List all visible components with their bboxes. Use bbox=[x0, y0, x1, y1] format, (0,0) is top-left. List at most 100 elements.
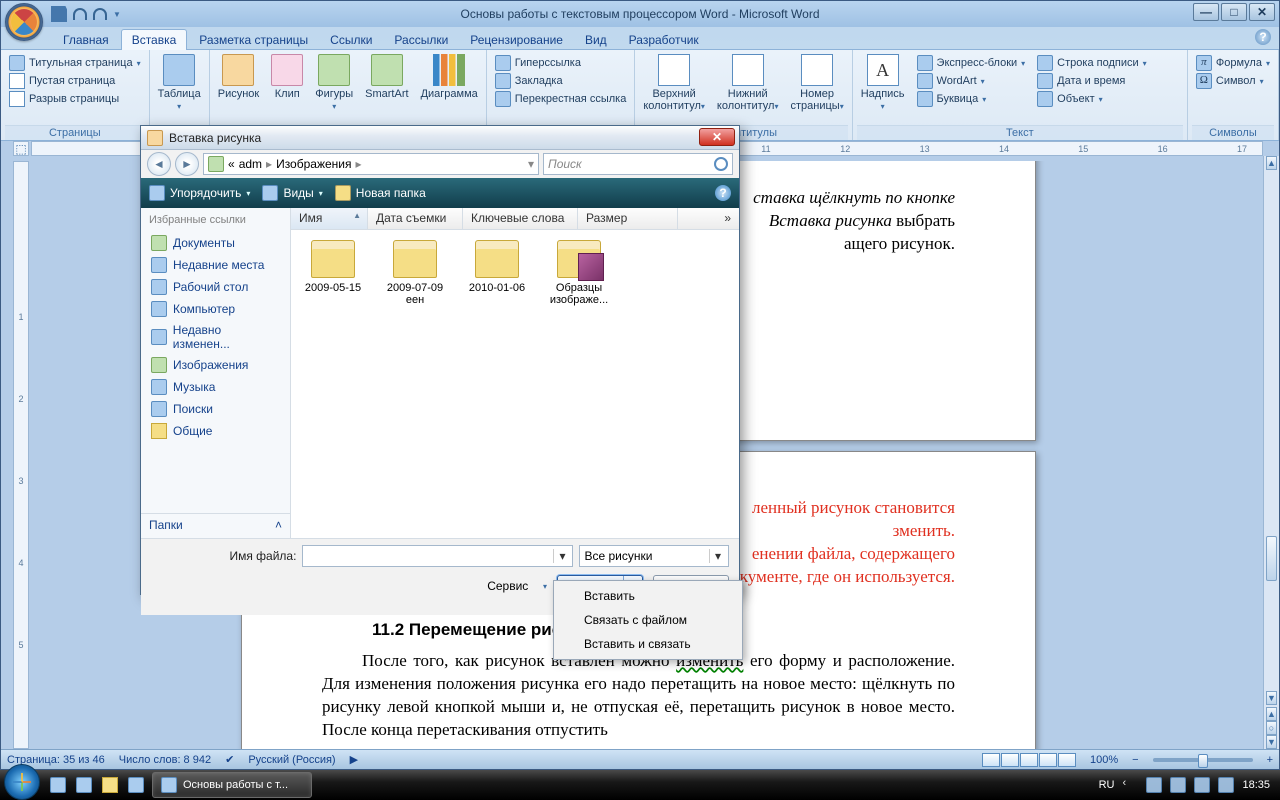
scroll-down-icon[interactable]: ▼ bbox=[1266, 691, 1277, 705]
tray-icon[interactable] bbox=[1170, 777, 1186, 793]
folder-item[interactable]: 2009-07-09 еен bbox=[383, 240, 447, 306]
fav-public[interactable]: Общие bbox=[141, 420, 290, 442]
items-area[interactable]: 2009-05-15 2009-07-09 еен 2010-01-06 Обр… bbox=[291, 230, 739, 316]
tab-page-layout[interactable]: Разметка страницы bbox=[189, 30, 318, 50]
table-button[interactable]: Таблица▾ bbox=[154, 52, 205, 115]
qat-more-icon[interactable]: ▼ bbox=[113, 10, 121, 19]
hyperlink-button[interactable]: Гиперссылка bbox=[493, 54, 583, 72]
maximize-button[interactable]: □ bbox=[1221, 3, 1247, 21]
explorer-icon[interactable] bbox=[98, 773, 122, 797]
zoom-out-icon[interactable]: − bbox=[1132, 754, 1138, 766]
tab-mailings[interactable]: Рассылки bbox=[384, 30, 458, 50]
col-more[interactable]: » bbox=[678, 208, 739, 229]
taskbar-word-button[interactable]: Основы работы с т... bbox=[152, 772, 312, 798]
vertical-scrollbar[interactable]: ▲ ▼ ▲ ○ ▼ bbox=[1263, 156, 1279, 749]
save-icon[interactable] bbox=[51, 6, 67, 22]
chart-button[interactable]: Диаграмма bbox=[417, 52, 482, 102]
cover-page-button[interactable]: Титульная страница ▾ bbox=[7, 54, 143, 72]
textbox-button[interactable]: AНадпись▾ bbox=[857, 52, 909, 115]
blank-page-button[interactable]: Пустая страница bbox=[7, 72, 117, 90]
folder-item[interactable]: 2009-05-15 bbox=[301, 240, 365, 306]
fav-recently-changed[interactable]: Недавно изменен... bbox=[141, 320, 290, 354]
dialog-titlebar[interactable]: Вставка рисунка ✕ bbox=[141, 126, 739, 150]
start-button[interactable] bbox=[4, 764, 40, 800]
organize-button[interactable]: Упорядочить ▾ bbox=[149, 185, 250, 201]
fav-recent[interactable]: Недавние места bbox=[141, 254, 290, 276]
dropcap-button[interactable]: Буквица ▾ bbox=[915, 90, 1028, 108]
crumb[interactable]: « bbox=[228, 157, 235, 171]
fav-searches[interactable]: Поиски bbox=[141, 398, 290, 420]
tray-icon[interactable] bbox=[1146, 777, 1162, 793]
app-icon[interactable] bbox=[124, 773, 148, 797]
chevron-right-icon[interactable]: ▸ bbox=[355, 157, 361, 171]
header-button[interactable]: Верхнийколонтитул▾ bbox=[639, 52, 709, 115]
help-icon[interactable]: ? bbox=[715, 185, 731, 201]
signature-button[interactable]: Строка подписи ▾ bbox=[1035, 54, 1148, 72]
breadcrumb[interactable]: « adm ▸ Изображения ▸ ▾ bbox=[203, 153, 539, 175]
symbol-button[interactable]: ΩСимвол ▾ bbox=[1194, 72, 1266, 90]
tab-review[interactable]: Рецензирование bbox=[460, 30, 573, 50]
fav-computer[interactable]: Компьютер bbox=[141, 298, 290, 320]
back-button[interactable]: ◄ bbox=[147, 152, 171, 176]
print-layout-view[interactable] bbox=[982, 753, 1000, 767]
office-button[interactable] bbox=[5, 3, 43, 41]
macro-icon[interactable]: ▶ bbox=[350, 753, 358, 766]
object-button[interactable]: Объект ▾ bbox=[1035, 90, 1148, 108]
tray-network-icon[interactable] bbox=[1194, 777, 1210, 793]
filter-select[interactable]: Все рисунки bbox=[579, 545, 729, 567]
tab-developer[interactable]: Разработчик bbox=[619, 30, 709, 50]
next-page-icon[interactable]: ▼ bbox=[1266, 735, 1277, 749]
folder-item[interactable]: 2010-01-06 bbox=[465, 240, 529, 306]
zoom-in-icon[interactable]: + bbox=[1267, 754, 1273, 766]
fav-desktop[interactable]: Рабочий стол bbox=[141, 276, 290, 298]
word-count[interactable]: Число слов: 8 942 bbox=[119, 754, 211, 766]
zoom-slider[interactable] bbox=[1153, 758, 1253, 762]
tab-insert[interactable]: Вставка bbox=[121, 29, 188, 50]
proofing-icon[interactable]: ✔ bbox=[225, 753, 234, 766]
col-tags[interactable]: Ключевые слова bbox=[463, 208, 578, 229]
col-date[interactable]: Дата съемки bbox=[368, 208, 463, 229]
ruler-corner[interactable]: ⬚ bbox=[13, 141, 29, 156]
fav-documents[interactable]: Документы bbox=[141, 232, 290, 254]
tab-home[interactable]: Главная bbox=[53, 30, 119, 50]
page-break-button[interactable]: Разрыв страницы bbox=[7, 90, 121, 108]
web-layout-view[interactable] bbox=[1020, 753, 1038, 767]
tray-language[interactable]: RU bbox=[1099, 779, 1115, 791]
views-button[interactable]: Виды ▾ bbox=[262, 185, 322, 201]
col-name[interactable]: Имя bbox=[291, 208, 368, 229]
browse-object-icon[interactable]: ○ bbox=[1266, 721, 1277, 735]
draft-view[interactable] bbox=[1058, 753, 1076, 767]
fullscreen-view[interactable] bbox=[1001, 753, 1019, 767]
chevron-right-icon[interactable]: ▸ bbox=[266, 157, 272, 171]
prev-page-icon[interactable]: ▲ bbox=[1266, 707, 1277, 721]
fav-pictures[interactable]: Изображения bbox=[141, 354, 290, 376]
scroll-up-icon[interactable]: ▲ bbox=[1266, 156, 1277, 170]
footer-button[interactable]: Нижнийколонтитул▾ bbox=[713, 52, 783, 115]
fav-music[interactable]: Музыка bbox=[141, 376, 290, 398]
folders-toggle[interactable]: Папки˄ bbox=[141, 513, 290, 536]
tab-view[interactable]: Вид bbox=[575, 30, 617, 50]
language-status[interactable]: Русский (Россия) bbox=[248, 754, 335, 766]
filename-input[interactable] bbox=[302, 545, 573, 567]
tray-volume-icon[interactable] bbox=[1218, 777, 1234, 793]
outline-view[interactable] bbox=[1039, 753, 1057, 767]
zoom-percent[interactable]: 100% bbox=[1090, 754, 1118, 766]
minimize-button[interactable]: — bbox=[1193, 3, 1219, 21]
scroll-thumb[interactable] bbox=[1266, 536, 1277, 581]
crumb[interactable]: adm bbox=[239, 157, 262, 171]
menu-insert-and-link[interactable]: Вставить и связать bbox=[554, 632, 742, 656]
close-button[interactable]: ✕ bbox=[1249, 3, 1275, 21]
equation-button[interactable]: πФормула ▾ bbox=[1194, 54, 1272, 72]
new-folder-button[interactable]: Новая папка bbox=[335, 185, 426, 201]
undo-icon[interactable] bbox=[73, 8, 87, 20]
crossref-button[interactable]: Перекрестная ссылка bbox=[493, 90, 629, 108]
quickparts-button[interactable]: Экспресс-блоки ▾ bbox=[915, 54, 1028, 72]
col-size[interactable]: Размер bbox=[578, 208, 678, 229]
clip-button[interactable]: Клип bbox=[267, 52, 307, 102]
tools-button[interactable]: Сервис ▾ bbox=[487, 579, 547, 593]
folder-item[interactable]: Образцы изображе... bbox=[547, 240, 611, 306]
datetime-button[interactable]: Дата и время bbox=[1035, 72, 1148, 90]
smartart-button[interactable]: SmartArt bbox=[361, 52, 412, 102]
tray-show-hidden-icon[interactable]: ‹ bbox=[1122, 777, 1138, 793]
chevron-down-icon[interactable]: ▾ bbox=[528, 157, 534, 171]
